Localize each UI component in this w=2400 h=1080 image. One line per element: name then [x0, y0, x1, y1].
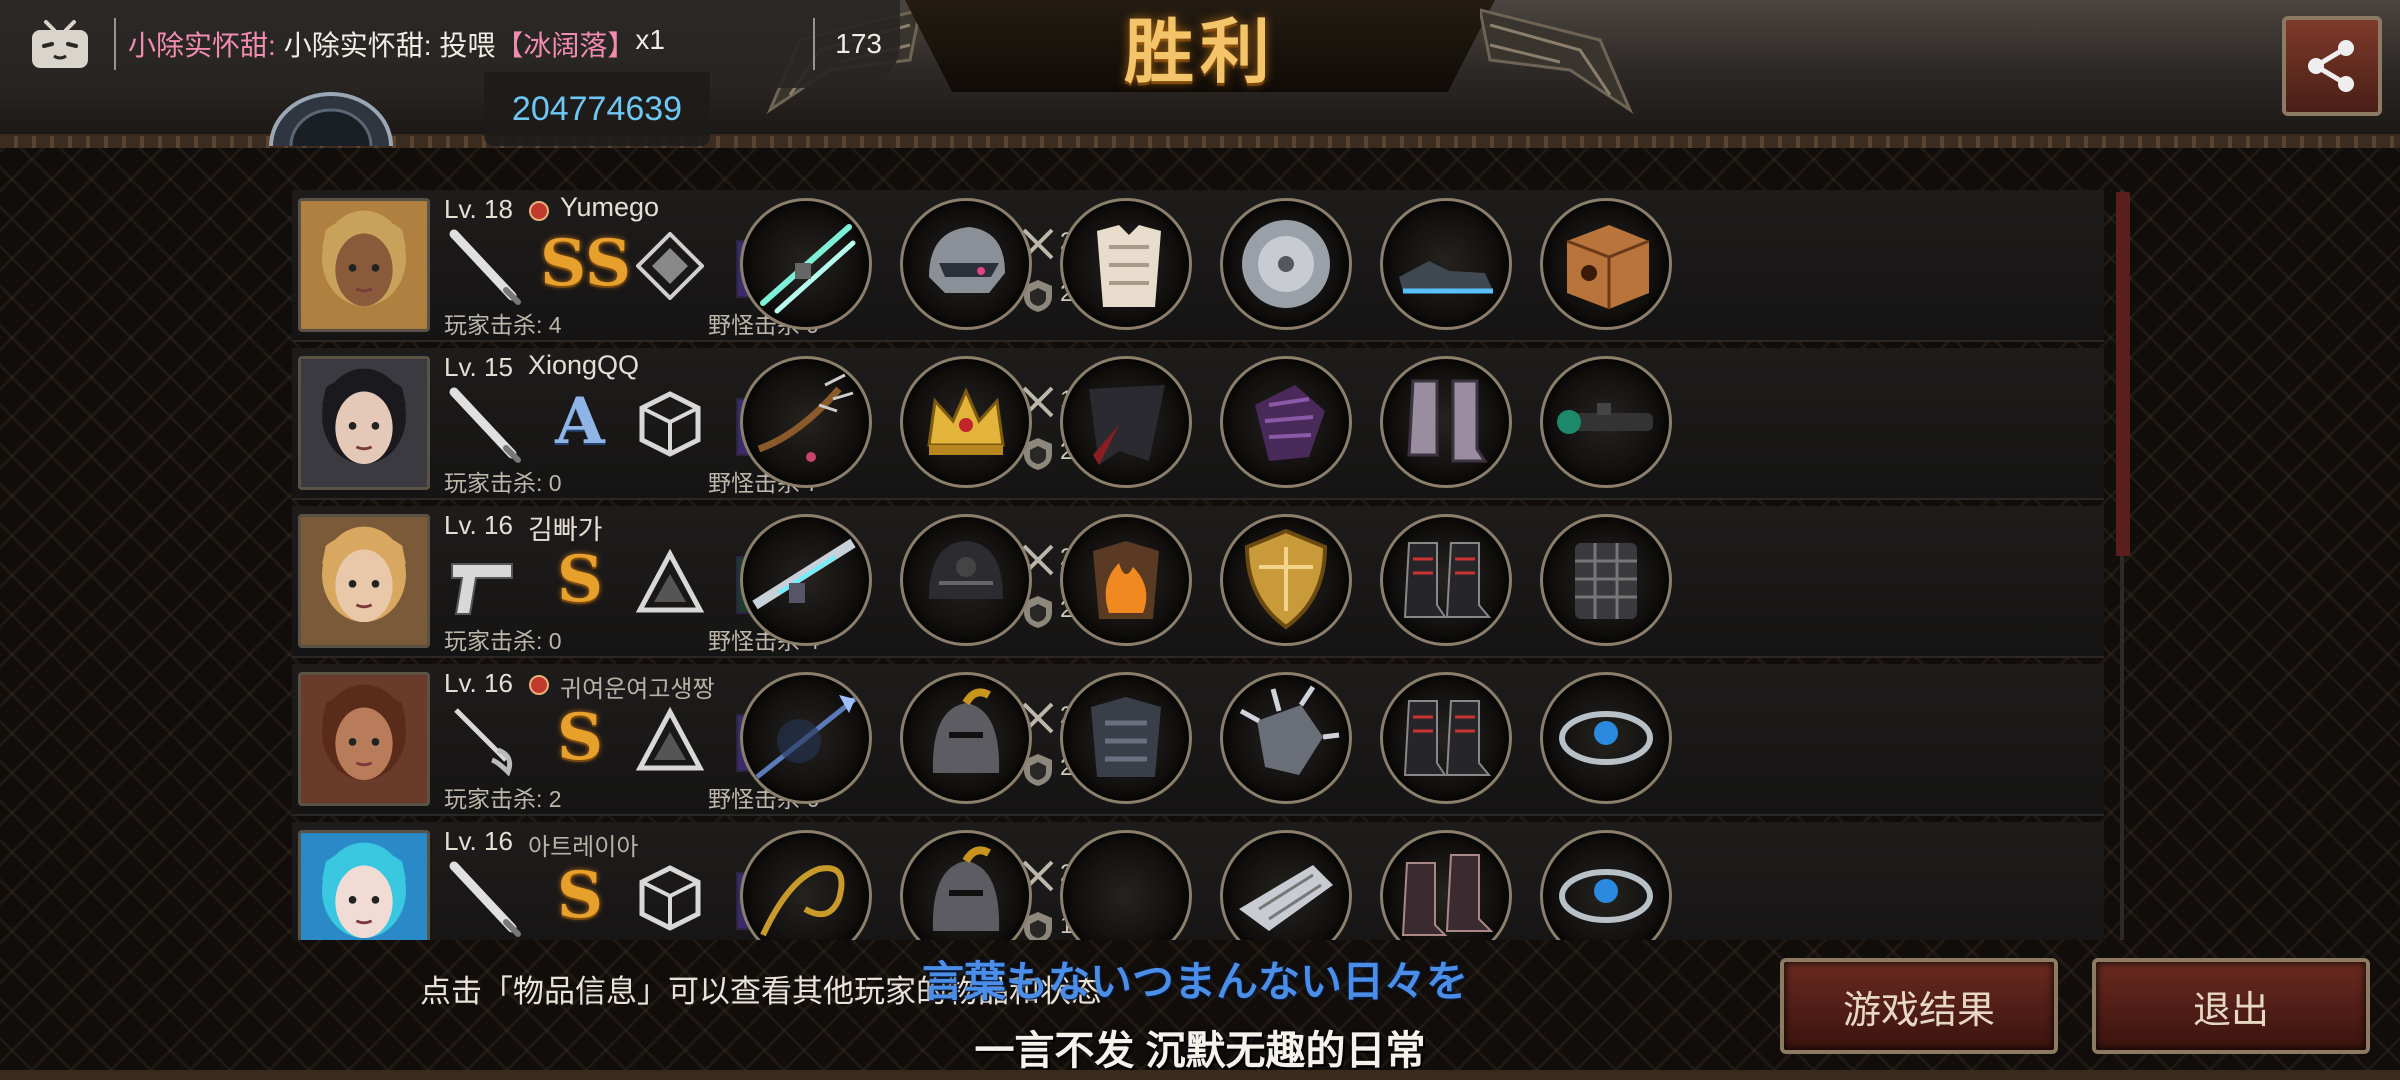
- share-button[interactable]: [2282, 16, 2382, 116]
- player-row[interactable]: Lv. 18YumegoSS玩家击杀: 4野怪击杀 9236251: [292, 190, 2104, 342]
- equipment-slot[interactable]: [1540, 672, 1672, 804]
- equipment-slot[interactable]: [1540, 514, 1672, 646]
- divider: [114, 18, 116, 70]
- guild-icon: [529, 675, 549, 695]
- player-level: Lv. 16: [444, 826, 513, 856]
- player-portrait[interactable]: [298, 356, 430, 490]
- game-result-button[interactable]: 游戏结果: [1780, 958, 2058, 1054]
- equipment-slot[interactable]: [900, 198, 1032, 330]
- grade-badge: SS: [540, 226, 632, 301]
- player-name: 아트레이아: [528, 834, 639, 861]
- equipment-slot[interactable]: [900, 514, 1032, 646]
- player-row[interactable]: Lv. 16김빠가S玩家击杀: 0野怪击杀 4226262: [292, 506, 2104, 658]
- danmaku-count: x1: [635, 24, 665, 55]
- room-id-box: 204774639: [484, 72, 710, 146]
- equipment-slot[interactable]: [900, 672, 1032, 804]
- equipment-slot[interactable]: [1380, 672, 1512, 804]
- bottom-rail: [0, 1070, 2400, 1080]
- player-row[interactable]: Lv. 16귀여운여고생짱S玩家击杀: 2野怪击杀 6217289: [292, 664, 2104, 816]
- room-id: 204774639: [511, 89, 683, 128]
- equipment-slot[interactable]: [740, 830, 872, 940]
- equipment-slot[interactable]: [1220, 830, 1352, 940]
- equipment-slot[interactable]: [1380, 198, 1512, 330]
- equipment-slot[interactable]: [1380, 356, 1512, 488]
- player-name: 귀여운여고생짱: [560, 676, 715, 703]
- danmaku-user: 小除实怀甜:: [128, 30, 276, 61]
- player-kills: 玩家击杀: 0: [444, 628, 562, 654]
- player-level: Lv. 16: [444, 668, 513, 698]
- bat-icon: [449, 229, 521, 305]
- live-danmaku-bar: 小除实怀甜: 小除实怀甜: 投喂 【冰阔落】 x1 173: [0, 0, 900, 88]
- equipment-slot[interactable]: [1060, 830, 1192, 940]
- scrollbar-thumb[interactable]: [2116, 192, 2130, 556]
- equipment-slot[interactable]: [1220, 672, 1352, 804]
- exit-button[interactable]: 退出: [2092, 958, 2370, 1054]
- diamond-rank-icon: [636, 232, 704, 300]
- equipment-slot[interactable]: [1220, 198, 1352, 330]
- player-level: Lv. 16: [444, 510, 513, 540]
- danmaku-gift: 【冰阔落】: [495, 30, 636, 61]
- victory-title: 胜利: [1124, 9, 1276, 93]
- player-result-panel[interactable]: Lv. 18YumegoSS玩家击杀: 4野怪击杀 9236251Lv. 15X…: [292, 190, 2108, 940]
- player-portrait[interactable]: [298, 198, 430, 332]
- equipment-slot[interactable]: [740, 356, 872, 488]
- grade-badge: A: [555, 384, 605, 459]
- equipment-slot[interactable]: [1220, 514, 1352, 646]
- viewer-count: 173: [835, 28, 882, 59]
- level-badge-icon: [269, 92, 393, 146]
- equipment-slot[interactable]: [1540, 830, 1672, 940]
- equipment-slot[interactable]: [1060, 356, 1192, 488]
- player-name: Yumego: [560, 192, 660, 222]
- cube-rank-icon: [639, 391, 701, 457]
- equipment-slot[interactable]: [1220, 356, 1352, 488]
- player-row[interactable]: Lv. 16아트레이아S228172: [292, 822, 2104, 940]
- equipment-slot[interactable]: [1380, 514, 1512, 646]
- share-icon: [2308, 40, 2354, 92]
- equipment-slot[interactable]: [1380, 830, 1512, 940]
- equipment-slot[interactable]: [740, 672, 872, 804]
- cube-rank-icon: [639, 865, 701, 931]
- player-portrait[interactable]: [298, 672, 430, 806]
- equipment-slot[interactable]: [1060, 672, 1192, 804]
- equipment-slot[interactable]: [900, 356, 1032, 488]
- equipment-slot[interactable]: [740, 514, 872, 646]
- triangle-rank-icon: [636, 706, 704, 771]
- danmaku-text: 小除实怀甜: 投喂: [283, 30, 496, 61]
- equipment-slot[interactable]: [1540, 198, 1672, 330]
- equipment-slot[interactable]: [740, 198, 872, 330]
- player-row[interactable]: Lv. 15XiongQQA玩家击杀: 0野怪击杀 7187232: [292, 348, 2104, 500]
- triangle-rank-icon: [636, 548, 704, 613]
- player-portrait[interactable]: [298, 830, 430, 940]
- equipment-slot[interactable]: [1540, 356, 1672, 488]
- grade-badge: S: [556, 700, 604, 775]
- danmaku-message: 小除实怀甜: 小除实怀甜: 投喂 【冰阔落】 x1: [128, 24, 665, 64]
- guild-icon: [529, 201, 549, 221]
- bat-icon: [449, 387, 521, 463]
- rapier-icon: [454, 708, 513, 777]
- equipment-slot[interactable]: [1060, 514, 1192, 646]
- equipment-slot[interactable]: [900, 830, 1032, 940]
- player-name: XiongQQ: [528, 350, 640, 380]
- grade-badge: S: [556, 858, 604, 933]
- player-kills: 玩家击杀: 2: [444, 786, 562, 812]
- player-level: Lv. 15: [444, 352, 513, 382]
- grade-badge: S: [556, 542, 604, 617]
- wing-ornament-right-icon: [1480, 8, 1634, 115]
- player-level: Lv. 18: [444, 194, 513, 224]
- player-portrait[interactable]: [298, 514, 430, 648]
- bat-icon: [449, 861, 521, 937]
- divider: [813, 18, 816, 70]
- pistol-icon: [451, 563, 513, 615]
- player-kills: 玩家击杀: 4: [444, 312, 562, 338]
- player-kills: 玩家击杀: 0: [444, 470, 562, 496]
- title-plate: 胜利: [905, 0, 1495, 92]
- tv-logo-icon: [32, 20, 88, 68]
- equipment-slot[interactable]: [1060, 198, 1192, 330]
